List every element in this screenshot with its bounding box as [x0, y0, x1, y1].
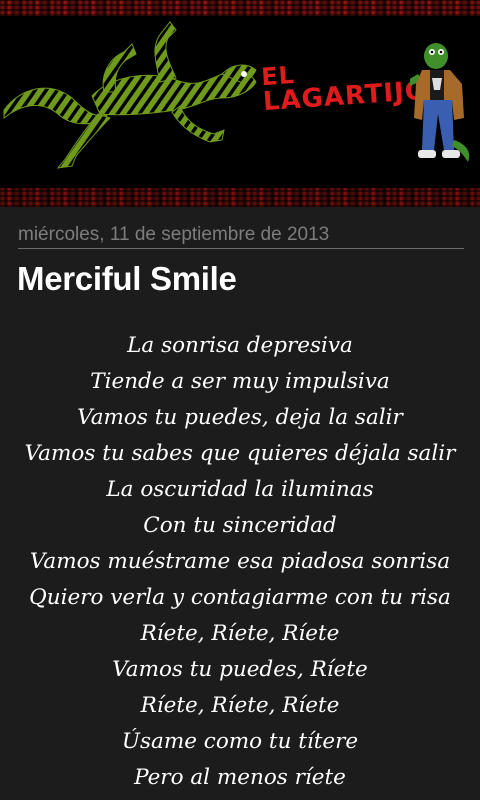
- poem-line: Ríete, Ríete, Ríete: [140, 693, 340, 718]
- mascot-figure-icon: [410, 43, 470, 162]
- poem-line: Vamos tu sabes que quieres déjala salir: [24, 441, 456, 466]
- post-date: miércoles, 11 de septiembre de 2013: [18, 224, 464, 249]
- poem-line: Con tu sinceridad: [143, 513, 337, 538]
- poem-line: La sonrisa depresiva: [127, 333, 353, 358]
- post-title[interactable]: Merciful Smile: [17, 260, 237, 298]
- poem-line: Pero al menos ríete: [134, 765, 346, 790]
- poem-line: Úsame como tu títere: [121, 729, 359, 754]
- poem-line: Quiero verla y contagiarme con tu risa: [29, 585, 451, 610]
- poem-line: Vamos tu puedes, deja la salir: [77, 405, 403, 430]
- brand-logo: EL LAGARTIJO: [260, 53, 429, 117]
- lizard-logo-icon: [3, 21, 257, 169]
- post-body: La sonrisa depresiva Tiende a ser muy im…: [0, 328, 480, 796]
- poem-line: Vamos muéstrame esa piadosa sonrisa: [29, 549, 451, 574]
- poem-line: Ríete, Ríete, Ríete: [140, 621, 340, 646]
- banner-bottom-strip: [0, 188, 480, 207]
- poem-line: La oscuridad la iluminas: [106, 477, 374, 502]
- poem-line: Tiende a ser muy impulsiva: [90, 369, 390, 394]
- banner-top-strip: [0, 0, 480, 16]
- header-banner[interactable]: EL LAGARTIJO: [0, 0, 480, 207]
- poem-line: Vamos tu puedes, Ríete: [112, 657, 368, 682]
